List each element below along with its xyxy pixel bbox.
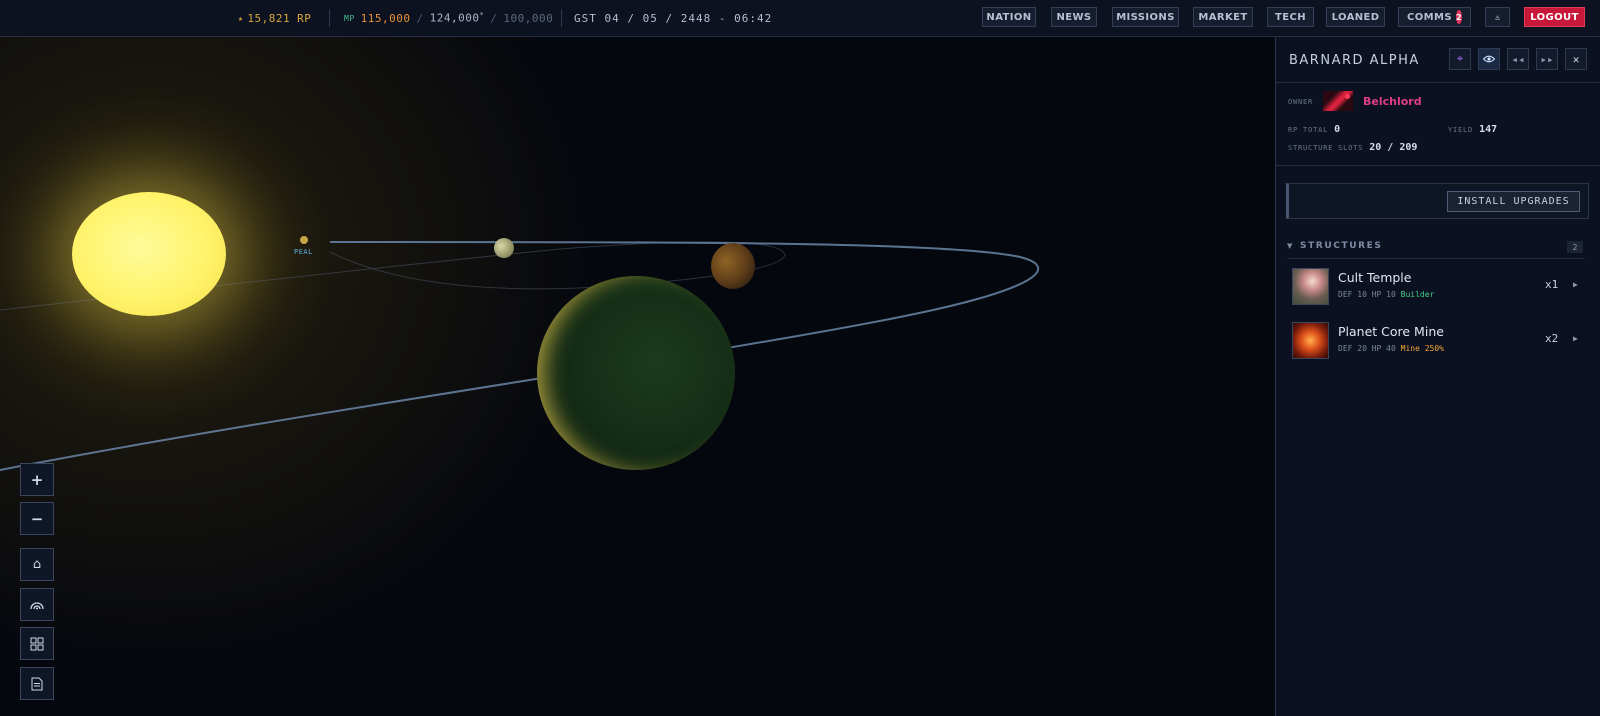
structure-name: Cult Temple [1338, 270, 1412, 285]
structures-header[interactable]: ▼ STRUCTURES [1287, 241, 1587, 251]
expand-arrow-icon[interactable]: ▶ [1573, 280, 1578, 289]
planet-peal-label: PEAL [294, 248, 313, 256]
expand-arrow-icon[interactable]: ▶ [1573, 334, 1578, 343]
close-panel-button[interactable]: ✕ [1565, 48, 1587, 70]
top-bar: ★ 15,821 RP MP 115,000 / 124,000* / 100,… [0, 0, 1600, 37]
comms-label: COMMS [1407, 11, 1452, 23]
mp-max: 124,000* [429, 11, 485, 25]
radar-button[interactable] [20, 588, 54, 621]
rp-value: 15,821 RP [247, 11, 312, 25]
rp-total-value: 0 [1334, 124, 1341, 135]
structure-slots-label: STRUCTURE SLOTS [1288, 144, 1364, 152]
structure-row-planet-core-mine[interactable]: Planet Core Mine DEF 20 HP 40 Mine 250% … [1292, 321, 1587, 361]
upgrades-box: INSTALL UPGRADES [1286, 183, 1589, 219]
structure-thumbnail [1292, 322, 1329, 359]
structure-quantity: x2 [1545, 332, 1559, 345]
nav-loaned-button[interactable]: LOANED [1326, 7, 1385, 27]
next-planet-button[interactable]: ▸▸ [1536, 48, 1558, 70]
grid-icon [30, 637, 44, 650]
nav-comms-button[interactable]: COMMS 2 [1398, 7, 1471, 27]
planet-peal[interactable] [300, 236, 308, 244]
rp-total-stat: RP TOTAL 0 [1288, 124, 1340, 135]
rp-star-icon: ★ [238, 13, 244, 23]
focus-button[interactable]: ⌖ [1449, 48, 1471, 70]
structure-tag: Mine 250% [1400, 344, 1444, 353]
structures-label: STRUCTURES [1299, 241, 1383, 251]
structure-tag: Builder [1400, 290, 1435, 299]
alert-button[interactable] [1485, 7, 1510, 27]
planet-detail-panel: BARNARD ALPHA ⌖ ◂◂ ▸▸ ✕ OWNER Belchlord … [1275, 37, 1600, 716]
divider [1287, 258, 1585, 259]
logout-button[interactable]: LOGOUT [1524, 7, 1585, 27]
previous-planet-button[interactable]: ◂◂ [1507, 48, 1529, 70]
rp-resource: ★ 15,821 RP [238, 0, 311, 36]
warning-icon [1495, 14, 1500, 20]
owner-label: OWNER [1288, 98, 1314, 106]
mp-label: MP [344, 13, 355, 23]
nav-market-button[interactable]: MARKET [1193, 7, 1253, 27]
zoom-out-button[interactable]: − [20, 502, 54, 535]
divider [329, 9, 330, 27]
structure-stats: DEF 10 HP 10 Builder [1338, 290, 1435, 299]
planet-rust[interactable] [711, 243, 755, 289]
grid-view-button[interactable] [20, 627, 54, 660]
fast-forward-icon: ▸▸ [1540, 52, 1554, 66]
nav-tech-button[interactable]: TECH [1267, 7, 1314, 27]
game-date: GST 04 / 05 / 2448 - 06:42 [574, 11, 773, 25]
close-icon: ✕ [1572, 52, 1580, 66]
structures-count-badge: 2 [1567, 241, 1583, 253]
divider [1276, 82, 1600, 83]
nav-missions-button[interactable]: MISSIONS [1112, 7, 1179, 27]
mp-resource: MP 115,000 / 124,000* / 100,000 [344, 0, 553, 36]
structure-quantity: x1 [1545, 278, 1559, 291]
divider [1276, 165, 1600, 166]
owner-name[interactable]: Belchlord [1363, 95, 1422, 108]
yield-label: YIELD [1448, 126, 1474, 134]
home-button[interactable]: ⌂ [20, 548, 54, 581]
target-icon: ⌖ [1456, 52, 1464, 65]
mp-cap: 100,000 [503, 11, 554, 25]
report-button[interactable] [20, 667, 54, 700]
nav-nation-button[interactable]: NATION [982, 7, 1036, 27]
structure-name: Planet Core Mine [1338, 324, 1444, 339]
planet-pale[interactable] [494, 238, 514, 258]
planet-barnard-alpha[interactable] [537, 276, 735, 470]
document-icon [31, 677, 43, 690]
yield-value: 147 [1479, 124, 1498, 135]
eye-icon [1483, 55, 1495, 63]
rp-total-label: RP TOTAL [1288, 126, 1329, 134]
structure-row-cult-temple[interactable]: Cult Temple DEF 10 HP 10 Builder x1 ▶ [1292, 267, 1587, 307]
radar-icon [30, 601, 44, 609]
mp-separator: / [416, 11, 424, 25]
install-upgrades-button[interactable]: INSTALL UPGRADES [1447, 191, 1580, 212]
yield-stat: YIELD 147 [1448, 124, 1497, 135]
planet-title: BARNARD ALPHA [1289, 53, 1420, 68]
collapse-caret-icon: ▼ [1287, 242, 1294, 250]
solar-system-view[interactable]: PEAL + − ⌂ [0, 37, 1275, 716]
rewind-icon: ◂◂ [1511, 52, 1525, 66]
owner-flag [1323, 91, 1353, 111]
structure-slots-value: 20 / 209 [1369, 142, 1418, 153]
star-sun[interactable] [72, 192, 226, 316]
divider [561, 9, 562, 27]
comms-unread-badge: 2 [1456, 10, 1462, 24]
nav-news-button[interactable]: NEWS [1051, 7, 1097, 27]
mp-separator: / [490, 11, 498, 25]
structure-thumbnail [1292, 268, 1329, 305]
mp-current: 115,000 [360, 11, 411, 25]
structure-stats: DEF 20 HP 40 Mine 250% [1338, 344, 1444, 353]
home-icon: ⌂ [32, 557, 42, 572]
zoom-in-button[interactable]: + [20, 463, 54, 496]
structure-slots-stat: STRUCTURE SLOTS 20 / 209 [1288, 142, 1417, 153]
view-button[interactable] [1478, 48, 1500, 70]
